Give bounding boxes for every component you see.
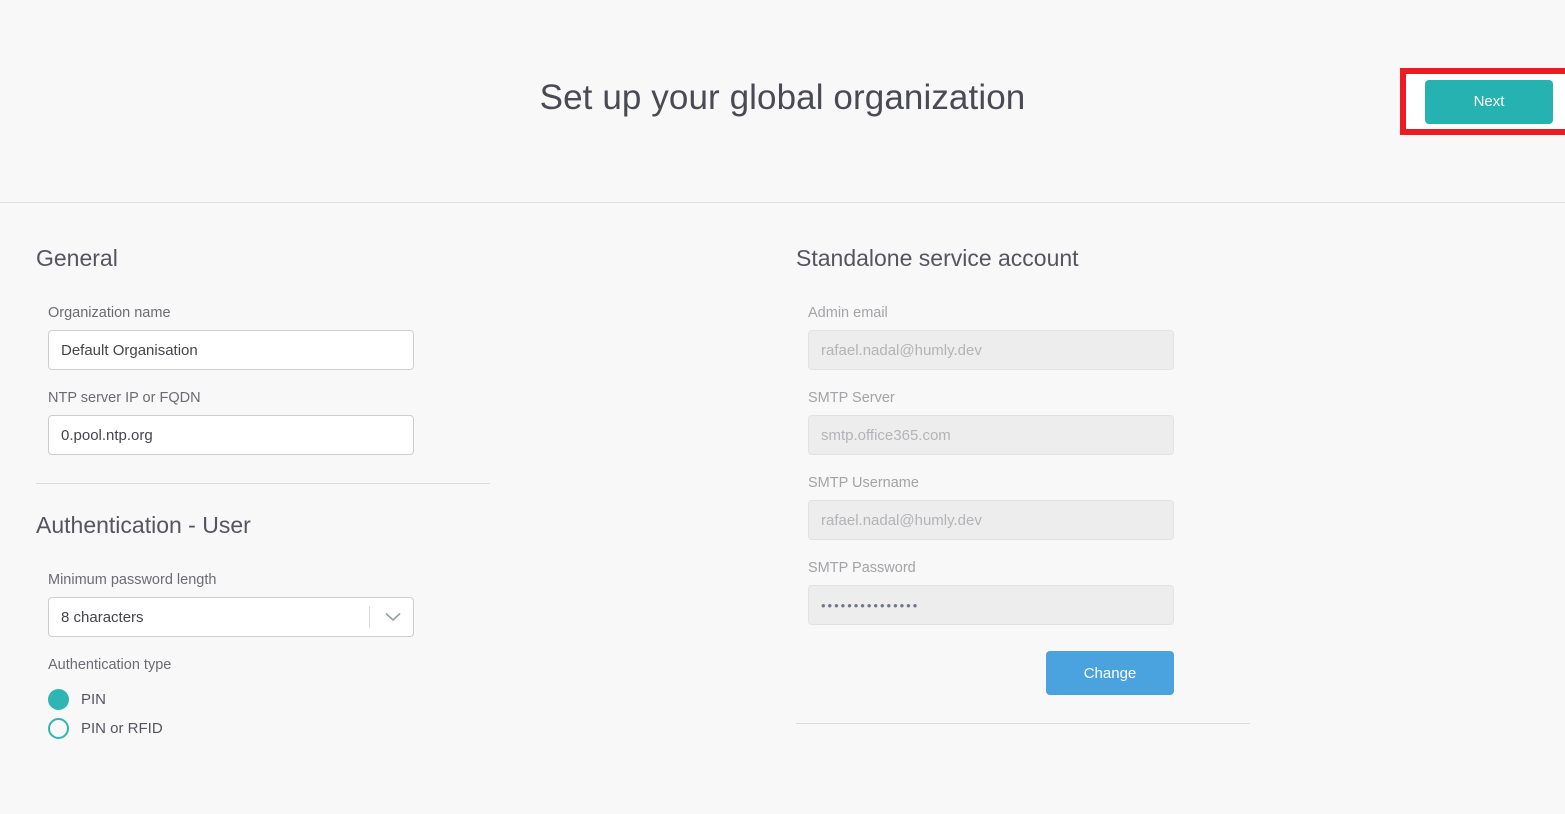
ntp-server-input[interactable] — [48, 415, 414, 455]
auth-type-label: Authentication type — [48, 655, 496, 675]
right-section-divider — [796, 723, 1250, 724]
page-header: Set up your global organization Next — [0, 0, 1565, 203]
left-column: General Organization name NTP server IP … — [36, 243, 496, 743]
smtp-username-input — [808, 500, 1174, 540]
organization-name-label: Organization name — [48, 303, 496, 323]
admin-email-input — [808, 330, 1174, 370]
ntp-server-field: NTP server IP or FQDN — [48, 388, 496, 455]
change-button[interactable]: Change — [1046, 651, 1174, 695]
smtp-password-input — [808, 585, 1174, 625]
auth-type-option-pin-label: PIN — [81, 690, 106, 710]
standalone-service-account-title: Standalone service account — [796, 243, 1256, 273]
smtp-server-label: SMTP Server — [808, 388, 1256, 408]
ntp-server-label: NTP server IP or FQDN — [48, 388, 496, 408]
auth-type-option-pin-or-rfid[interactable]: PIN or RFID — [48, 714, 496, 743]
smtp-password-field: SMTP Password — [808, 558, 1256, 625]
next-button[interactable]: Next — [1425, 80, 1553, 124]
radio-pin-or-rfid-icon[interactable] — [48, 718, 69, 739]
auth-type-group: Authentication type PIN PIN or RFID — [48, 655, 496, 743]
radio-pin-icon[interactable] — [48, 689, 69, 710]
chevron-down-icon[interactable] — [385, 597, 401, 637]
select-separator — [369, 606, 370, 628]
min-password-length-field: Minimum password length 8 characters — [48, 570, 496, 637]
smtp-username-label: SMTP Username — [808, 473, 1256, 493]
organization-name-input[interactable] — [48, 330, 414, 370]
min-password-length-value[interactable]: 8 characters — [48, 597, 414, 637]
admin-email-label: Admin email — [808, 303, 1256, 323]
min-password-length-label: Minimum password length — [48, 570, 496, 590]
organization-name-field: Organization name — [48, 303, 496, 370]
setup-page: Set up your global organization Next Gen… — [0, 0, 1565, 814]
smtp-password-label: SMTP Password — [808, 558, 1256, 578]
auth-type-option-pin-or-rfid-label: PIN or RFID — [81, 719, 163, 739]
general-section-title: General — [36, 243, 496, 273]
smtp-username-field: SMTP Username — [808, 473, 1256, 540]
page-title: Set up your global organization — [0, 74, 1565, 122]
authentication-section-title: Authentication - User — [36, 510, 496, 540]
change-button-row: Change — [808, 651, 1174, 695]
min-password-length-select[interactable]: 8 characters — [48, 597, 414, 637]
admin-email-field: Admin email — [808, 303, 1256, 370]
smtp-server-field: SMTP Server — [808, 388, 1256, 455]
right-column: Standalone service account Admin email S… — [796, 243, 1256, 750]
auth-type-option-pin[interactable]: PIN — [48, 685, 496, 714]
smtp-server-input — [808, 415, 1174, 455]
left-section-divider — [36, 483, 490, 484]
next-button-highlight: Next — [1400, 68, 1565, 135]
